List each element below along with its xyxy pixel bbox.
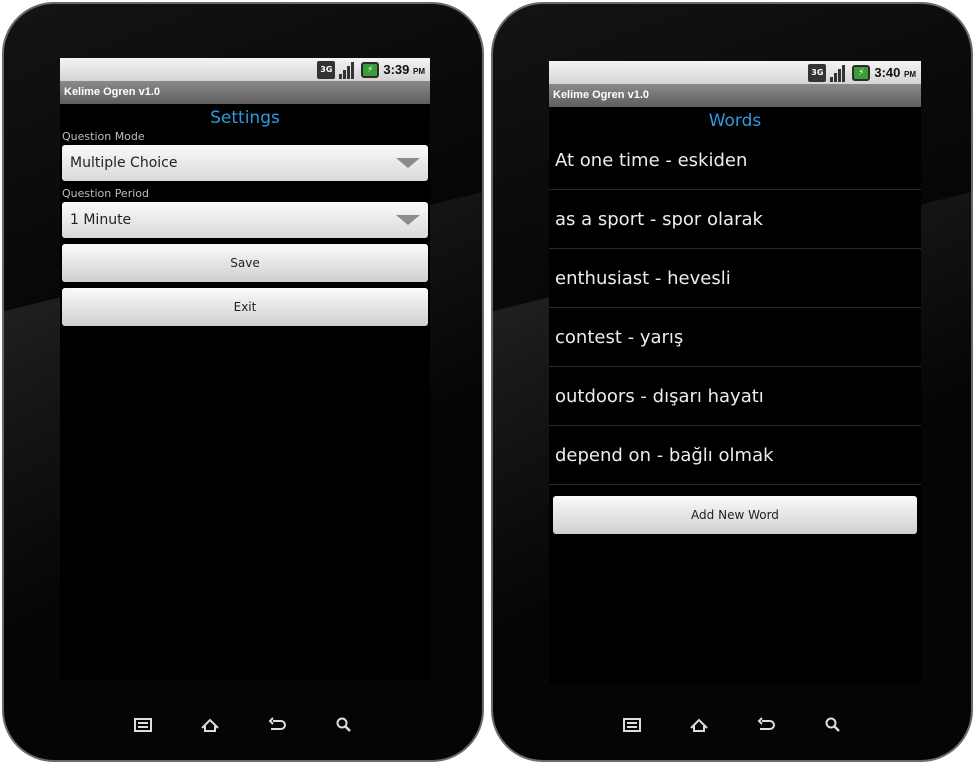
save-button[interactable]: Save: [62, 244, 428, 282]
word-list-item[interactable]: outdoors - dışarı hayatı: [549, 367, 921, 426]
app-title-bar: Kelime Ogren v1.0: [60, 81, 430, 104]
network-3g-icon: 3G: [808, 63, 827, 82]
word-list-item[interactable]: as a sport - spor olarak: [549, 190, 921, 249]
word-list-item[interactable]: depend on - bağlı olmak: [549, 426, 921, 485]
back-icon[interactable]: [755, 714, 777, 736]
search-icon[interactable]: [822, 714, 844, 736]
question-period-select[interactable]: 1 Minute: [62, 202, 428, 238]
dropdown-arrow-icon: [396, 215, 420, 225]
dropdown-arrow-icon: [396, 158, 420, 168]
settings-screen: 3G ⚡ 3:39 PM Kelime Ogren v1.0 Settings …: [60, 58, 430, 680]
nav-bar: [4, 714, 482, 740]
clock: 3:39 PM: [383, 62, 425, 77]
word-list-item[interactable]: At one time - eskiden: [549, 131, 921, 190]
word-list: At one time - eskiden as a sport - spor …: [549, 131, 921, 485]
status-bar: 3G ⚡ 3:39 PM: [60, 58, 430, 81]
question-mode-select[interactable]: Multiple Choice: [62, 145, 428, 181]
question-period-value: 1 Minute: [70, 212, 132, 228]
question-mode-label: Question Mode: [62, 130, 145, 143]
battery-icon: ⚡: [852, 64, 871, 81]
app-title-bar: Kelime Ogren v1.0: [549, 84, 921, 107]
home-icon[interactable]: [688, 714, 710, 736]
battery-icon: ⚡: [361, 61, 380, 78]
clock: 3:40 PM: [874, 65, 916, 80]
back-icon[interactable]: [266, 714, 288, 736]
word-list-item[interactable]: enthusiast - hevesli: [549, 249, 921, 308]
exit-button[interactable]: Exit: [62, 288, 428, 326]
menu-icon[interactable]: [621, 714, 643, 736]
page-title: Settings: [210, 108, 280, 128]
tablet-frame-left: 3G ⚡ 3:39 PM Kelime Ogren v1.0 Settings …: [2, 2, 484, 762]
search-icon[interactable]: [333, 714, 355, 736]
add-new-word-button[interactable]: Add New Word: [553, 496, 917, 534]
network-3g-icon: 3G: [317, 60, 336, 79]
nav-bar: [493, 714, 971, 740]
signal-icon: [830, 64, 848, 82]
words-screen: 3G ⚡ 3:40 PM Kelime Ogren v1.0 Words At …: [549, 61, 921, 683]
page-title: Words: [708, 111, 762, 131]
word-list-item[interactable]: contest - yarış: [549, 308, 921, 367]
question-mode-value: Multiple Choice: [70, 155, 178, 171]
menu-icon[interactable]: [132, 714, 154, 736]
question-period-label: Question Period: [62, 187, 149, 200]
tablet-frame-right: 3G ⚡ 3:40 PM Kelime Ogren v1.0 Words At …: [491, 2, 973, 762]
status-bar: 3G ⚡ 3:40 PM: [549, 61, 921, 84]
signal-icon: [339, 61, 357, 79]
home-icon[interactable]: [199, 714, 221, 736]
